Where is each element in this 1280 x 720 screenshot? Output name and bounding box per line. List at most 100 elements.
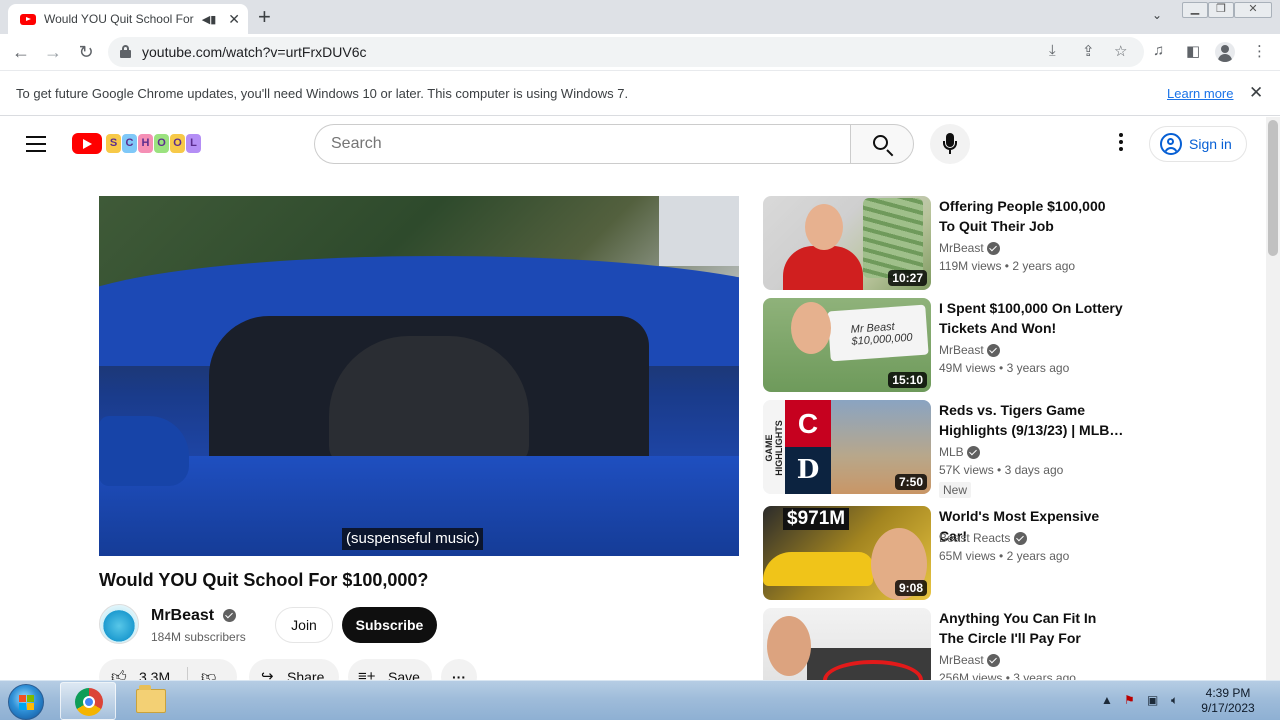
network-icon[interactable]: ▣ [1147,693,1158,707]
recommendation-title[interactable]: Anything You Can Fit In The Circle I'll … [939,608,1125,648]
recommendation-channel[interactable]: MrBeast [939,653,1001,668]
upload-age: 3 years ago [1006,361,1070,375]
tab-search-chevron-icon[interactable]: ⌄ [1152,8,1162,22]
thumbnail-face [791,302,831,354]
youtube-doodle-logo[interactable]: S C H O O L [106,134,201,153]
side-panel-icon[interactable]: ◧ [1186,42,1200,60]
browser-toolbar: ← → ↻ youtube.com/watch?v=urtFrxDUV6c ⤓ … [0,34,1280,71]
channel-text[interactable]: MrBeast [939,343,984,357]
doodle-letter: L [186,134,201,153]
lock-icon[interactable] [120,45,131,58]
subscribe-button[interactable]: Subscribe [342,607,437,643]
upload-age: 3 days ago [1004,463,1064,477]
action-center-flag-icon[interactable]: ⚑ [1124,693,1135,707]
recommendation-meta: 57K views • 3 days ago [939,463,1064,477]
channel-text[interactable]: Beast Reacts [939,531,1010,545]
video-frame-sky [659,196,739,266]
youtube-favicon-icon [20,13,36,25]
infobar-close-icon[interactable]: ✕ [1249,83,1263,103]
settings-more-icon[interactable] [1111,133,1131,155]
recommendation-item[interactable]: Anything You Can Fit In The Circle I'll … [763,608,1133,680]
channel-name-text[interactable]: MrBeast [151,607,214,624]
media-controls-icon[interactable]: ♫ [1153,42,1164,59]
address-bar[interactable]: youtube.com/watch?v=urtFrxDUV6c ⤓ ⇪ ☆ [108,37,1144,67]
video-player[interactable] [99,196,739,556]
upload-age: 3 years ago [1013,671,1076,680]
video-title: Would YOU Quit School For $100,000? [99,570,429,590]
browser-tab[interactable]: Would YOU Quit School For ◀▮ ✕ [8,4,248,34]
audio-playing-icon[interactable]: ◀▮ [202,13,217,26]
taskbar-chrome-button[interactable] [60,682,116,720]
recommendation-channel[interactable]: MrBeast [939,343,1001,358]
recommendation-item[interactable]: Mr Beast $10,000,000 15:10 I Spent $100,… [763,298,1133,392]
bookmark-star-icon[interactable]: ☆ [1114,42,1127,60]
recommendation-channel[interactable]: Beast Reacts [939,531,1027,546]
url-text[interactable]: youtube.com/watch?v=urtFrxDUV6c [142,44,366,60]
verified-check-icon [987,654,1001,668]
share-page-icon[interactable]: ⇪ [1082,42,1095,60]
doodle-letter: O [154,134,169,153]
voice-search-button[interactable] [930,124,970,164]
menu-hamburger-icon[interactable] [26,136,46,152]
close-window-button[interactable]: ✕ [1234,2,1272,18]
thumbnail-face [805,204,843,250]
video-thumbnail[interactable]: 10:27 [763,196,931,290]
recommendation-item[interactable]: $971M 9:08 World's Most Expensive Car! B… [763,506,1133,600]
channel-text[interactable]: MrBeast [939,653,984,667]
volume-icon[interactable]: 🔈︎ [1171,693,1178,708]
infobar-message: To get future Google Chrome updates, you… [16,86,629,101]
system-clock[interactable]: 4:39 PM 9/17/2023 [1196,686,1260,716]
folder-icon [136,685,166,713]
profile-avatar-icon[interactable] [1215,42,1235,62]
video-thumbnail[interactable] [763,608,931,680]
youtube-logo-icon[interactable] [72,133,102,154]
clock-date: 9/17/2023 [1201,701,1255,715]
minimize-window-button[interactable]: ▁ [1182,2,1208,18]
reds-logo-icon: C [785,400,831,447]
taskbar-explorer-button[interactable] [122,682,178,720]
verified-check-icon [987,242,1001,256]
learn-more-link[interactable]: Learn more [1167,86,1233,101]
install-app-icon[interactable]: ⤓ [1049,42,1056,59]
recommendation-meta: 256M views • 3 years ago [939,671,1076,680]
thumbnail-face [767,616,811,676]
video-thumbnail[interactable]: $971M 9:08 [763,506,931,600]
video-thumbnail[interactable]: Mr Beast $10,000,000 15:10 [763,298,931,392]
channel-avatar[interactable] [99,604,139,644]
start-button[interactable] [8,684,44,720]
doodle-letter: O [170,134,185,153]
upload-age: 2 years ago [1012,259,1076,273]
tab-close-icon[interactable]: ✕ [228,11,240,28]
sign-in-label: Sign in [1189,136,1232,152]
show-hidden-icons-icon[interactable]: ▲ [1101,693,1113,707]
recommendation-title[interactable]: Reds vs. Tigers Game Highlights (9/13/23… [939,400,1125,440]
back-arrow-icon[interactable]: ← [9,40,33,64]
video-thumbnail[interactable]: GAME HIGHLIGHTS C D 7:50 [763,400,931,494]
recommendation-title[interactable]: I Spent $100,000 On Lottery Tickets And … [939,298,1125,338]
doodle-letter: C [122,134,137,153]
view-count: 119M views [939,259,1002,273]
forward-arrow-icon[interactable]: → [41,40,65,64]
page-scrollbar-thumb[interactable] [1268,120,1278,256]
recommendation-channel[interactable]: MLB [939,445,981,460]
windows-logo-icon [19,695,34,710]
video-caption: (suspenseful music) [342,528,484,550]
chrome-menu-icon[interactable]: ⋮ [1252,42,1267,60]
search-button[interactable] [850,124,914,164]
search-input[interactable]: Search [314,124,851,164]
channel-name[interactable]: MrBeast [151,607,236,625]
recommendation-channel[interactable]: MrBeast [939,241,1001,256]
verified-check-icon [222,609,236,623]
channel-text[interactable]: MLB [939,445,964,459]
thumbnail-car [763,552,873,586]
recommendation-item[interactable]: GAME HIGHLIGHTS C D 7:50 Reds vs. Tigers… [763,400,1133,498]
channel-text[interactable]: MrBeast [939,241,984,255]
recommendation-title[interactable]: Offering People $100,000 To Quit Their J… [939,196,1125,236]
reload-icon[interactable]: ↻ [74,40,98,64]
new-tab-button[interactable]: + [258,6,271,28]
view-count: 49M views [939,361,996,375]
restore-window-button[interactable]: ❐ [1208,2,1234,18]
sign-in-button[interactable]: Sign in [1149,126,1247,162]
recommendation-item[interactable]: 10:27 Offering People $100,000 To Quit T… [763,196,1133,290]
join-button[interactable]: Join [275,607,333,643]
